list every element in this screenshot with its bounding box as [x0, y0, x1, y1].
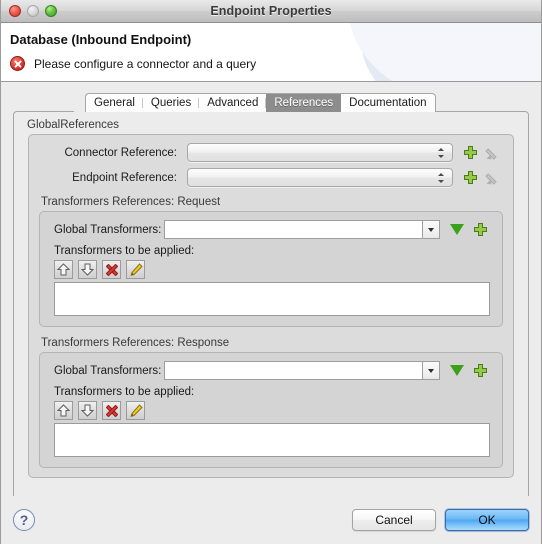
- edit-connector-reference-button: [484, 143, 503, 162]
- plus-icon: [474, 223, 487, 236]
- red-x-icon: [105, 263, 118, 276]
- transformers-response-group: Global Transformers: Transformers to be …: [39, 352, 503, 468]
- endpoint-properties-dialog: Endpoint Properties Database (Inbound En…: [0, 0, 542, 544]
- response-list-label: Transformers to be applied:: [54, 386, 195, 398]
- plus-icon: [474, 364, 487, 377]
- response-add-to-list-button[interactable]: [447, 361, 466, 380]
- response-edit-button[interactable]: [126, 401, 145, 420]
- response-global-transformers-label: Global Transformers:: [54, 364, 162, 377]
- request-list-label: Transformers to be applied:: [54, 245, 195, 257]
- cancel-button[interactable]: Cancel: [352, 509, 436, 531]
- response-global-transformers-input[interactable]: [165, 362, 422, 379]
- header-decoration-highlight: [349, 23, 541, 81]
- triangle-down-icon: [449, 224, 464, 235]
- response-move-down-button[interactable]: [78, 401, 97, 420]
- tab-general[interactable]: General: [85, 93, 143, 112]
- request-transformers-list[interactable]: [54, 282, 490, 316]
- arrow-down-icon: [81, 263, 94, 276]
- response-create-transformer-button[interactable]: [471, 361, 490, 380]
- tab-advanced[interactable]: Advanced: [199, 93, 267, 112]
- request-create-transformer-button[interactable]: [471, 220, 490, 239]
- minimize-window-button[interactable]: [27, 5, 39, 17]
- pencil-icon: [484, 146, 501, 162]
- pencil-icon: [129, 403, 143, 417]
- endpoint-reference-label: Endpoint Reference:: [72, 171, 177, 184]
- dialog-footer: ? Cancel OK: [1, 496, 541, 544]
- window-title: Endpoint Properties: [210, 4, 332, 18]
- tab-advanced-label: Advanced: [207, 97, 259, 109]
- error-icon: [10, 56, 25, 71]
- request-add-to-list-button[interactable]: [447, 220, 466, 239]
- tab-strip: General Queries Advanced References Docu…: [85, 92, 529, 112]
- tab-queries[interactable]: Queries: [142, 93, 200, 112]
- edit-endpoint-reference-button: [484, 168, 503, 187]
- tab-general-label: General: [94, 97, 135, 109]
- response-list-toolbar: [54, 401, 502, 420]
- response-delete-button[interactable]: [102, 401, 121, 420]
- arrow-up-icon: [57, 404, 70, 417]
- transformers-request-legend: Transformers References: Request: [41, 196, 221, 208]
- global-references-group: Connector Reference: Endpoint Reference:…: [28, 134, 514, 478]
- response-combo-toggle-button[interactable]: [422, 362, 439, 379]
- status-message-row: Please configure a connector and a query: [10, 56, 256, 71]
- request-global-transformers-input[interactable]: [165, 221, 422, 238]
- chevron-down-icon: [428, 227, 434, 232]
- global-references-legend: GlobalReferences: [27, 119, 120, 131]
- plus-icon: [464, 146, 477, 159]
- tab-documentation[interactable]: Documentation: [341, 93, 436, 112]
- page-title: Database (Inbound Endpoint): [10, 32, 192, 47]
- endpoint-reference-dropdown[interactable]: [187, 168, 453, 187]
- ok-button[interactable]: OK: [445, 509, 529, 531]
- tab-documentation-label: Documentation: [349, 97, 427, 109]
- chevron-down-icon: [428, 368, 434, 373]
- arrow-down-icon: [81, 404, 94, 417]
- request-move-up-button[interactable]: [54, 260, 73, 279]
- request-global-transformers-label: Global Transformers:: [54, 223, 162, 236]
- add-connector-reference-button[interactable]: [461, 143, 480, 162]
- tab-references[interactable]: References: [266, 93, 342, 112]
- pencil-icon: [484, 171, 501, 187]
- response-global-transformers-combo[interactable]: [164, 361, 440, 380]
- connector-reference-row: Connector Reference:: [29, 143, 503, 162]
- request-combo-toggle-button[interactable]: [422, 221, 439, 238]
- help-button[interactable]: ?: [13, 509, 35, 531]
- request-global-transformers-combo[interactable]: [164, 220, 440, 239]
- dialog-header: Database (Inbound Endpoint) Please confi…: [1, 23, 541, 82]
- close-window-button[interactable]: [9, 5, 21, 17]
- transformers-response-legend: Transformers References: Response: [41, 337, 230, 349]
- tab-folder: General Queries Advanced References Docu…: [13, 92, 529, 501]
- endpoint-reference-row: Endpoint Reference:: [29, 168, 503, 187]
- triangle-down-icon: [449, 365, 464, 376]
- request-move-down-button[interactable]: [78, 260, 97, 279]
- tab-queries-label: Queries: [150, 97, 192, 109]
- plus-icon: [464, 171, 477, 184]
- zoom-window-button[interactable]: [45, 5, 57, 17]
- window-titlebar: Endpoint Properties: [1, 0, 541, 23]
- header-decoration-band: [361, 23, 541, 81]
- connector-reference-label: Connector Reference:: [64, 146, 177, 159]
- red-x-icon: [105, 404, 118, 417]
- stepper-chevrons-icon: [438, 147, 445, 159]
- add-endpoint-reference-button[interactable]: [461, 168, 480, 187]
- request-edit-button[interactable]: [126, 260, 145, 279]
- status-message: Please configure a connector and a query: [34, 56, 257, 71]
- request-list-toolbar: [54, 260, 502, 279]
- window-controls: [9, 5, 57, 17]
- tab-content-references: GlobalReferences Connector Reference: En…: [13, 111, 529, 501]
- pencil-icon: [129, 262, 143, 276]
- response-global-transformers-row: Global Transformers:: [40, 361, 490, 380]
- response-move-up-button[interactable]: [54, 401, 73, 420]
- response-transformers-list[interactable]: [54, 423, 490, 457]
- stepper-chevrons-icon: [438, 172, 445, 184]
- tab-references-label: References: [274, 97, 334, 109]
- request-global-transformers-row: Global Transformers:: [40, 220, 490, 239]
- transformers-request-group: Global Transformers: Transformers to be …: [39, 211, 503, 327]
- arrow-up-icon: [57, 263, 70, 276]
- connector-reference-dropdown[interactable]: [187, 143, 453, 162]
- request-delete-button[interactable]: [102, 260, 121, 279]
- dialog-body: General Queries Advanced References Docu…: [1, 82, 541, 501]
